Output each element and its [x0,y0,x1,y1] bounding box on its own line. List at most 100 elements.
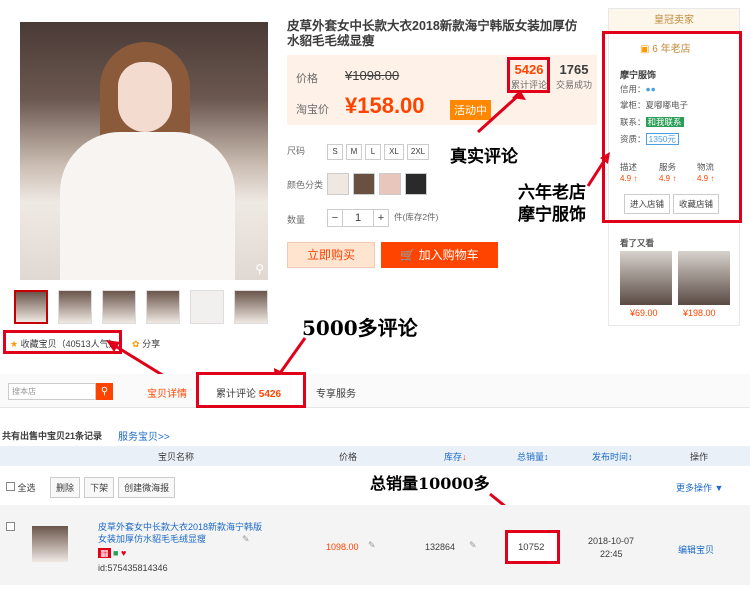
deposit-label: 资质： [620,134,646,144]
service-items-link[interactable]: 服务宝贝>> [118,428,170,443]
row-thumbnail[interactable] [32,526,68,562]
contact-row: 联系： 和我联系 [620,116,684,128]
row-time: 22:45 [600,549,623,559]
col-sales-label: 总销量 [517,452,545,462]
size-option[interactable]: M [346,144,362,160]
edit-title-icon[interactable]: ✎ [242,534,250,545]
crown-icon: ●● [645,84,656,94]
more-actions-dropdown[interactable]: 更多操作 ▼ [676,481,723,494]
shop-age: ▣ 6 年老店 [640,40,691,55]
row-badges: ▦ ■ ♥ [98,548,126,559]
rating-service-score: 4.9 ↑ [659,174,677,183]
create-poster-button[interactable]: 创建微海报 [118,477,176,498]
code-icon: ▦ [98,548,111,558]
shop-name[interactable]: 摩宁服饰 [620,68,656,81]
enter-shop-button[interactable]: 进入店铺 [624,194,671,214]
zoom-icon[interactable]: ⚲ [255,262,264,276]
product-title: 皮草外套女中长款大衣2018新款海宁韩版女装加厚仿水貂毛毛绒显瘦 [287,19,578,48]
rating-service-label: 服务 [659,162,677,172]
size-option[interactable]: S [327,144,343,160]
annotation-shop-name: 摩宁服饰 [518,205,586,225]
thumbnail-strip [14,290,268,324]
tab-reviews-label: 累计评论 5426 [216,385,281,400]
tab-detail[interactable]: 宝贝详情 [147,385,187,400]
recommended-item-image[interactable] [678,251,730,305]
rating-logistics-score: 4.9 ↑ [697,174,715,183]
select-all-label: 全选 [17,483,36,493]
add-to-cart-label: 加入购物车 [418,248,479,262]
cart-icon: 🛒 [400,248,419,262]
promo-price: ¥158.00 [345,93,425,118]
col-name: 宝贝名称 [158,452,195,462]
recommended-item-price: ¥69.00 [630,308,658,318]
qty-minus-button[interactable]: − [327,209,343,227]
shop-age-icon: ▣ [640,44,650,55]
tab-reviews-count: 5426 [258,389,282,400]
row-date: 2018-10-07 [588,536,635,546]
size-label: 尺码 [287,146,306,156]
search-icon[interactable]: ⚲ [96,383,113,400]
edit-stock-icon[interactable]: ✎ [469,540,477,551]
color-swatch[interactable] [405,173,427,195]
quantity-label: 数量 [287,215,306,225]
color-swatch[interactable] [353,173,375,195]
deposit-value: 1350元 [645,133,679,145]
credit-label: 信用： [620,84,646,94]
col-sales[interactable]: 总销量↕ [517,450,549,463]
col-action: 操作 [690,452,709,462]
price-label: 价格 [296,73,318,85]
row-checkbox[interactable] [6,522,15,531]
add-to-cart-button[interactable]: 🛒 加入购物车 [381,242,498,268]
contact-button[interactable]: 和我联系 [645,117,684,127]
rating-desc-label: 描述 [620,162,638,172]
size-option[interactable]: 2XL [407,144,429,160]
thumbnail[interactable] [146,290,180,324]
col-time[interactable]: 发布时间↕ [592,450,633,463]
delete-button[interactable]: 删除 [50,477,81,498]
color-swatch[interactable] [327,173,349,195]
thumbnail[interactable] [234,290,268,324]
color-swatch[interactable] [379,173,401,195]
shop-age-label: 6 年老店 [652,44,691,55]
shop-buttons: 进入店铺 收藏店铺 [624,194,722,214]
sales-count: 1765 [559,62,589,77]
stock-text: 件(库存2件) [394,212,439,222]
table-header [0,446,750,466]
recommended-item-image[interactable] [620,251,672,305]
edit-price-icon[interactable]: ✎ [368,540,376,551]
keeper-row: 掌柜：夏嘟嘟电子 [620,99,688,111]
qty-input[interactable]: 1 [343,209,373,227]
thumbnail[interactable] [58,290,92,324]
col-time-label: 发布时间 [592,452,629,462]
sort-icon: ↕ [544,452,549,462]
lock-icon: ■ [113,548,119,558]
favorite-shop-button[interactable]: 收藏店铺 [673,194,720,214]
qty-plus-button[interactable]: + [373,209,389,227]
tab-reviews-text: 累计评论 [216,389,256,400]
reviews-count[interactable]: 5426 [510,62,548,77]
thumbnail[interactable] [102,290,136,324]
thumbnail[interactable] [14,290,48,324]
col-stock[interactable]: 库存↓ [444,450,467,463]
product-main-image[interactable]: ⚲ [20,22,268,280]
star-icon: ★ [10,339,19,349]
bulk-actions: 全选 删除 下架 创建微海报 [6,477,179,498]
heart-icon: ♥ [120,548,127,558]
size-option[interactable]: XL [384,144,404,160]
keeper-name[interactable]: 夏嘟嘟电子 [646,100,689,110]
recommended-item-price: ¥198.00 [683,308,716,318]
tab-service[interactable]: 专享服务 [316,385,356,400]
thumbnail[interactable] [190,290,224,324]
row-price: 1098.00 [326,542,359,552]
quantity-stepper: − 1 + 件(库存2件) [327,209,438,227]
color-label: 颜色分类 [287,180,324,190]
buy-now-button[interactable]: 立即购买 [287,242,375,268]
edit-item-link[interactable]: 编辑宝贝 [678,543,714,556]
shop-search-input[interactable]: 搜本店 [8,383,96,400]
deposit-row: 资质： 1350元 [620,133,679,145]
unlist-button[interactable]: 下架 [84,477,115,498]
listing-summary: 共有出售中宝贝21条记录 [2,431,103,441]
size-option[interactable]: L [365,144,381,160]
contact-label: 联系： [620,117,646,127]
select-all-checkbox[interactable] [6,482,15,491]
